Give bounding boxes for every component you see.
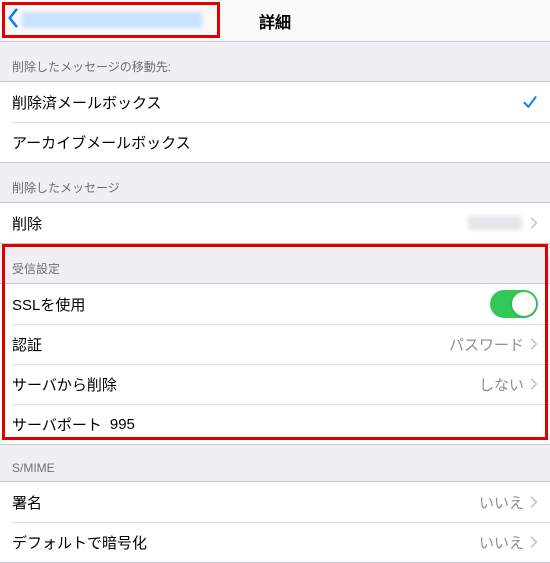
- row-label: 認証: [12, 334, 42, 355]
- back-button[interactable]: [4, 4, 208, 36]
- row-delete[interactable]: 削除: [0, 203, 550, 243]
- row-label: サーバポート: [12, 414, 102, 435]
- chevron-right-icon: [530, 377, 538, 391]
- chevron-right-icon: [530, 337, 538, 351]
- row-value: 995: [110, 416, 135, 433]
- row-deleted-mailbox[interactable]: 削除済メールボックス: [0, 82, 550, 122]
- row-signing[interactable]: 署名 いいえ: [0, 482, 550, 522]
- row-archive-mailbox[interactable]: アーカイブメールボックス: [0, 122, 550, 162]
- row-value: しない: [479, 374, 524, 395]
- chevron-right-icon: [530, 495, 538, 509]
- row-value: いいえ: [479, 492, 524, 513]
- value-redacted: [468, 216, 522, 230]
- back-label-redacted: [22, 12, 202, 28]
- row-server-port[interactable]: サーバポート 995: [0, 404, 550, 444]
- row-label: SSLを使用: [12, 294, 85, 315]
- group-deleted-move: 削除済メールボックス アーカイブメールボックス: [0, 81, 550, 163]
- group-smime: 署名 いいえ デフォルトで暗号化 いいえ: [0, 481, 550, 563]
- row-label: アーカイブメールボックス: [12, 132, 191, 153]
- row-value: パスワード: [449, 334, 524, 355]
- row-label: デフォルトで暗号化: [12, 532, 147, 553]
- chevron-right-icon: [530, 216, 538, 230]
- section-header-deleted-move: 削除したメッセージの移動先:: [0, 42, 550, 81]
- section-header-incoming: 受信設定: [0, 244, 550, 283]
- page-title: 詳細: [259, 9, 291, 33]
- group-deleted-msg: 削除: [0, 202, 550, 244]
- row-ssl: SSLを使用: [0, 284, 550, 324]
- row-label: 削除: [12, 213, 42, 234]
- row-label: 削除済メールボックス: [12, 92, 162, 113]
- row-encrypt-default[interactable]: デフォルトで暗号化 いいえ: [0, 522, 550, 562]
- chevron-left-icon: [6, 8, 22, 32]
- group-incoming: SSLを使用 認証 パスワード サーバから削除 しない サーバポート 995: [0, 283, 550, 445]
- row-remove-from-server[interactable]: サーバから削除 しない: [0, 364, 550, 404]
- section-header-smime: S/MIME: [0, 445, 550, 481]
- row-label: サーバから削除: [12, 374, 117, 395]
- checkmark-icon: [522, 94, 538, 110]
- section-header-deleted-msg: 削除したメッセージ: [0, 163, 550, 202]
- row-auth[interactable]: 認証 パスワード: [0, 324, 550, 364]
- ssl-toggle[interactable]: [490, 290, 538, 318]
- row-label: 署名: [12, 492, 42, 513]
- row-value: いいえ: [479, 532, 524, 553]
- nav-header: 詳細: [0, 0, 550, 42]
